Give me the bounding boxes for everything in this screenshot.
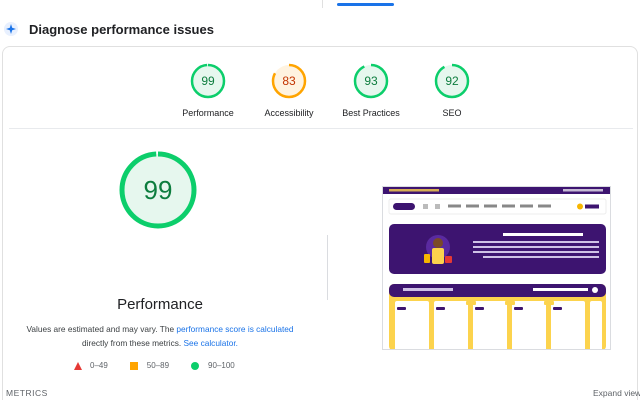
tab-divider: [322, 0, 323, 8]
legend-fail: 0–49: [74, 361, 108, 370]
triangle-icon: [74, 361, 82, 370]
active-tab-indicator: [337, 3, 394, 6]
score-note: Values are estimated and may vary. The p…: [22, 322, 298, 350]
score-ring: 92: [434, 63, 470, 99]
expand-view-button[interactable]: Expand view: [593, 388, 640, 398]
category-gauges: 99 Performance 83 Accessibility 93 Best …: [3, 63, 639, 133]
vertical-divider: [327, 235, 328, 300]
gauge-label: Best Practices: [342, 108, 400, 118]
score-value: 83: [282, 74, 296, 88]
legend-range: 50–89: [146, 361, 170, 370]
divider: [9, 128, 633, 129]
circle-icon: [191, 361, 200, 370]
website-preview-image: [383, 187, 610, 349]
square-icon: [129, 361, 138, 370]
section-title: Diagnose performance issues: [29, 21, 214, 37]
gauge-label: Accessibility: [264, 108, 314, 118]
gauge-seo[interactable]: 92 SEO: [407, 63, 497, 118]
score-value: 99: [201, 74, 215, 88]
note-text: Values are estimated and may vary. The: [26, 324, 175, 334]
section-header: Diagnose performance issues: [0, 14, 640, 44]
see-calculator-link[interactable]: See calculator.: [184, 338, 238, 348]
score-ring: 93: [353, 63, 389, 99]
legend-pass: 90–100: [191, 361, 235, 370]
legend-range: 90–100: [208, 361, 235, 370]
lighthouse-sparkle-icon: [3, 21, 19, 37]
pagespeed-report: Diagnose performance issues 99 Performan…: [0, 0, 640, 400]
main-score-value: 99: [143, 175, 173, 205]
gauge-label: SEO: [442, 108, 462, 118]
score-ring: 99: [190, 63, 226, 99]
gauge-label: Performance: [182, 108, 234, 118]
legend-range: 0–49: [90, 361, 108, 370]
score-legend: 0–49 50–89 90–100: [74, 361, 257, 370]
score-value: 93: [364, 74, 378, 88]
score-ring: 83: [271, 63, 307, 99]
gauge-performance[interactable]: 99 Performance: [163, 63, 253, 118]
metrics-heading: METRICS: [6, 388, 48, 398]
gauge-accessibility[interactable]: 83 Accessibility: [244, 63, 334, 118]
legend-average: 50–89: [129, 361, 170, 370]
main-score-title: Performance: [117, 296, 203, 313]
main-score-gauge: 99: [118, 150, 198, 230]
performance-score-link[interactable]: performance score is calculated: [176, 324, 293, 334]
page-screenshot-thumbnail[interactable]: [382, 186, 611, 350]
gauge-best-practices[interactable]: 93 Best Practices: [326, 63, 416, 118]
note-text-2: directly from these metrics.: [82, 338, 182, 348]
score-value: 92: [445, 74, 459, 88]
